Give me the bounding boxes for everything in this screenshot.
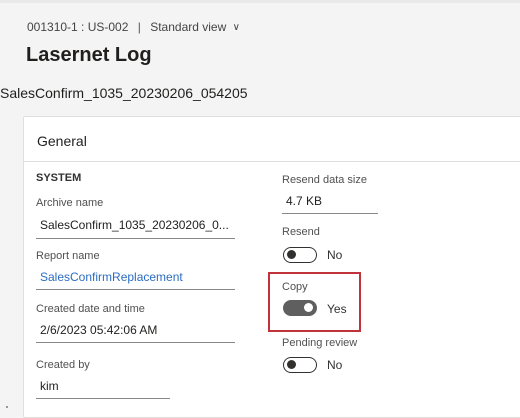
- pending-review-state: No: [327, 358, 343, 372]
- copy-highlight-box: [268, 272, 361, 332]
- breadcrumb-separator: |: [137, 20, 141, 34]
- created-by-underline: [36, 398, 170, 399]
- resend-data-size-value[interactable]: 4.7 KB: [286, 194, 322, 208]
- pending-review-label: Pending review: [282, 337, 358, 349]
- view-name: Standard view: [150, 20, 227, 34]
- breadcrumb: 001310-1 : US-002 | Standard view ∨: [27, 20, 240, 34]
- resend-toggle[interactable]: [283, 247, 317, 263]
- page-title: Lasernet Log: [26, 44, 152, 66]
- general-card-header[interactable]: General: [24, 117, 520, 162]
- report-name-link[interactable]: SalesConfirmReplacement: [40, 270, 183, 284]
- created-by-label: Created by: [36, 359, 90, 371]
- pending-review-toggle[interactable]: [283, 357, 317, 373]
- general-card-title: General: [37, 133, 87, 149]
- top-divider: [0, 0, 520, 3]
- resend-label: Resend: [282, 226, 320, 238]
- record-id: 001310-1 : US-002: [27, 20, 129, 34]
- record-title: SalesConfirm_1035_20230206_054205: [0, 85, 248, 101]
- resend-data-size-label: Resend data size: [282, 174, 367, 186]
- report-name-underline: [36, 289, 235, 290]
- archive-name-value[interactable]: SalesConfirm_1035_20230206_0...: [40, 218, 229, 232]
- pending-review-toggle-knob: [287, 360, 296, 369]
- created-datetime-label: Created date and time: [36, 303, 145, 315]
- general-card: General: [23, 116, 520, 418]
- resend-toggle-knob: [287, 250, 296, 259]
- archive-name-underline: [36, 238, 235, 239]
- archive-name-label: Archive name: [36, 197, 104, 209]
- report-name-label: Report name: [36, 250, 100, 262]
- chevron-down-icon: ∨: [232, 22, 240, 33]
- view-selector[interactable]: Standard view ∨: [150, 20, 240, 34]
- created-by-value[interactable]: kim: [40, 379, 59, 393]
- created-datetime-value[interactable]: 2/6/2023 05:42:06 AM: [40, 323, 157, 337]
- resend-state: No: [327, 248, 343, 262]
- resend-data-size-underline: [282, 213, 378, 214]
- group-label-system: SYSTEM: [36, 172, 82, 184]
- created-datetime-underline: [36, 342, 235, 343]
- corner-dot: [6, 406, 8, 408]
